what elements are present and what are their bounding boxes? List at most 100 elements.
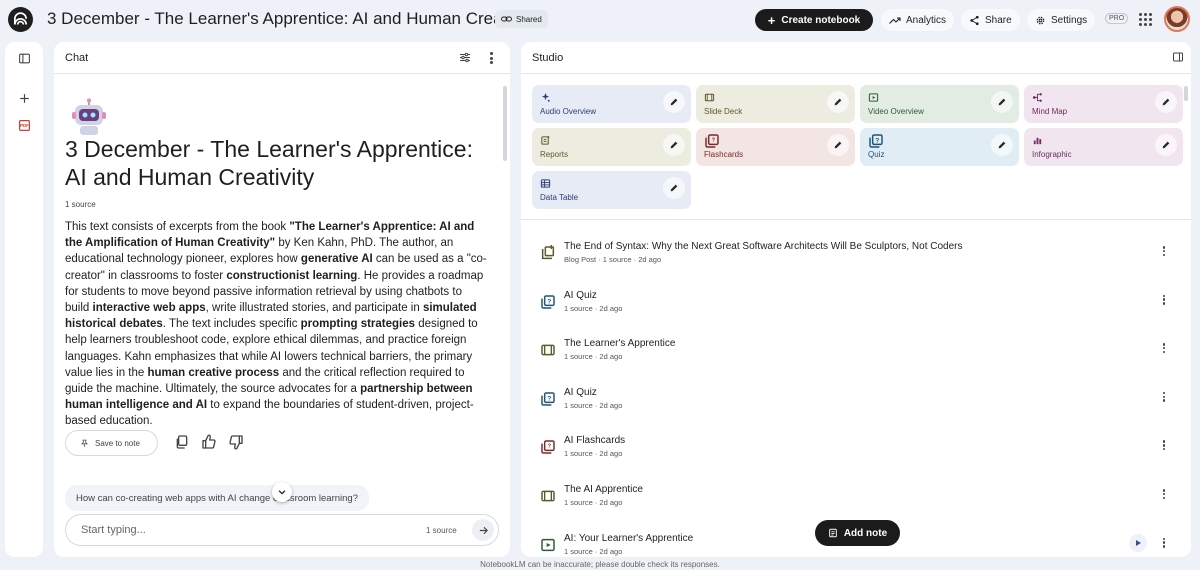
more-vert-icon[interactable]	[1161, 292, 1167, 308]
play-button[interactable]	[1129, 534, 1147, 552]
studio-tile-quiz[interactable]: ? Quiz	[860, 128, 1019, 166]
collapse-panel-icon[interactable]	[1172, 51, 1184, 66]
more-vert-icon[interactable]	[1161, 389, 1167, 405]
note-meta: 1 source · 2d ago	[564, 352, 623, 362]
more-vert-icon[interactable]	[1161, 243, 1167, 259]
note-item[interactable]: ? AI Flashcards 1 source · 2d ago	[521, 433, 1181, 473]
edit-icon[interactable]	[663, 177, 685, 199]
chat-input[interactable]	[81, 524, 401, 536]
note-title: The End of Syntax: Why the Next Great So…	[564, 241, 963, 252]
apps-grid-icon[interactable]	[1139, 13, 1152, 26]
chat-more-icon[interactable]	[490, 52, 494, 64]
quiz-icon: ?	[540, 294, 556, 310]
note-icon	[829, 528, 837, 538]
edit-icon[interactable]	[827, 134, 849, 156]
svg-text:?: ?	[548, 444, 551, 450]
studio-tile-label: Data Table	[540, 193, 579, 202]
more-vert-icon[interactable]	[1161, 535, 1167, 551]
studio-panel: Studio Audio Overview Slide Deck Video Ove…	[521, 42, 1191, 557]
edit-icon[interactable]	[827, 91, 849, 113]
thumbs-down-icon[interactable]	[228, 434, 244, 450]
send-button[interactable]	[472, 519, 494, 541]
studio-tile-flashcards[interactable]: ? Flashcards	[696, 128, 855, 166]
top-bar: 3 December - The Learner's Apprentice: A…	[0, 0, 1200, 40]
note-title: AI Flashcards	[564, 435, 626, 447]
note-item[interactable]: ? AI Quiz 1 source · 2d ago	[521, 288, 1181, 328]
summary-text: , write illustrated stories, and partici…	[205, 302, 423, 315]
summary-text: . The text includes specific	[162, 318, 301, 331]
studio-tile-label: Mind Map	[1032, 107, 1068, 116]
studio-tile-label: Video Overview	[868, 107, 924, 116]
scroll-down-button[interactable]	[272, 482, 292, 502]
note-item[interactable]: ? AI Quiz 1 source · 2d ago	[521, 385, 1181, 425]
note-item[interactable]: The End of Syntax: Why the Next Great So…	[521, 239, 1181, 279]
analytics-button[interactable]: Analytics	[881, 9, 955, 31]
pro-badge: PRO	[1105, 13, 1129, 24]
avatar[interactable]	[1164, 6, 1190, 32]
edit-icon[interactable]	[663, 91, 685, 113]
studio-tile-reports[interactable]: Reports	[532, 128, 691, 166]
note-item[interactable]: The AI Apprentice 1 source · 2d ago	[521, 482, 1181, 522]
suggested-question-chip[interactable]: How can co-creating web apps with AI cha…	[65, 485, 369, 511]
chat-title: 3 December - The Learner's Apprentice: A…	[65, 136, 473, 190]
chevron-down-icon	[278, 490, 286, 495]
studio-tile-slide-deck[interactable]: Slide Deck	[696, 85, 855, 123]
note-meta: 1 source · 2d ago	[564, 449, 623, 459]
add-note-button[interactable]: Add note	[815, 520, 900, 546]
copy-icon[interactable]	[174, 434, 190, 450]
shared-label: Shared	[516, 14, 542, 24]
note-meta: 1 source · 2d ago	[564, 498, 623, 507]
edit-icon[interactable]	[1155, 91, 1177, 113]
shared-chip[interactable]: Shared	[495, 10, 548, 28]
studio-scrollbar[interactable]	[1184, 86, 1188, 101]
summary-emphasis: interactive web apps	[92, 302, 206, 315]
audio-waveform-icon	[540, 90, 551, 102]
notebook-title[interactable]: 3 December - The Learner's Apprentice: A…	[47, 9, 537, 29]
save-to-note-label: Save to note	[95, 438, 140, 448]
tune-icon[interactable]	[459, 52, 471, 66]
svg-text:PDF: PDF	[20, 123, 29, 128]
pin-icon	[80, 439, 89, 447]
add-source-icon[interactable]	[17, 91, 31, 105]
panel-toggle-icon[interactable]	[17, 51, 31, 65]
studio-tile-audio-overview[interactable]: Audio Overview	[532, 85, 691, 123]
edit-icon[interactable]	[663, 134, 685, 156]
disclaimer: NotebookLM can be inaccurate; please dou…	[480, 560, 720, 569]
more-vert-icon[interactable]	[1161, 437, 1167, 453]
thumbs-up-icon[interactable]	[201, 434, 217, 450]
save-to-note-button[interactable]: Save to note	[65, 430, 158, 456]
pdf-source-icon[interactable]: PDF	[17, 118, 31, 132]
chat-composer: 1 source	[65, 514, 499, 546]
edit-icon[interactable]	[991, 134, 1013, 156]
create-notebook-label: Create notebook	[781, 14, 861, 26]
infographic-icon	[1032, 133, 1043, 145]
note-item[interactable]: The Learner's Apprentice 1 source · 2d ag…	[521, 336, 1181, 376]
svg-text:?: ?	[547, 395, 551, 402]
studio-tile-label: Reports	[540, 150, 569, 159]
studio-tile-mind-map[interactable]: Mind Map	[1024, 85, 1183, 123]
trending-up-icon	[889, 16, 901, 24]
more-vert-icon[interactable]	[1161, 486, 1167, 502]
settings-label: Settings	[1051, 14, 1088, 26]
studio-tile-data-table[interactable]: Data Table	[532, 171, 691, 209]
chat-scrollbar[interactable]	[503, 86, 507, 161]
svg-text:?: ?	[712, 138, 715, 144]
edit-icon[interactable]	[991, 91, 1013, 113]
settings-button[interactable]: Settings	[1027, 9, 1096, 31]
share-button[interactable]: Share	[961, 9, 1020, 31]
svg-text:?: ?	[547, 298, 551, 305]
notebooklm-logo-icon[interactable]	[8, 7, 33, 32]
slide-deck-icon	[704, 90, 715, 102]
summary-emphasis: prompting strategies	[300, 318, 416, 331]
report-icon	[540, 245, 556, 261]
gear-icon	[1036, 16, 1045, 24]
more-vert-icon[interactable]	[1161, 340, 1167, 356]
flashcards-icon: ?	[540, 439, 556, 455]
studio-tile-video-overview[interactable]: Video Overview	[860, 85, 1019, 123]
note-meta: Blog Post · 1 source · 2d ago	[564, 255, 662, 264]
edit-icon[interactable]	[1155, 134, 1177, 156]
summary-emphasis: human creative process	[147, 366, 280, 379]
link-icon	[501, 16, 512, 22]
create-notebook-button[interactable]: + Create notebook	[755, 9, 873, 31]
studio-tile-infographic[interactable]: Infographic	[1024, 128, 1183, 166]
